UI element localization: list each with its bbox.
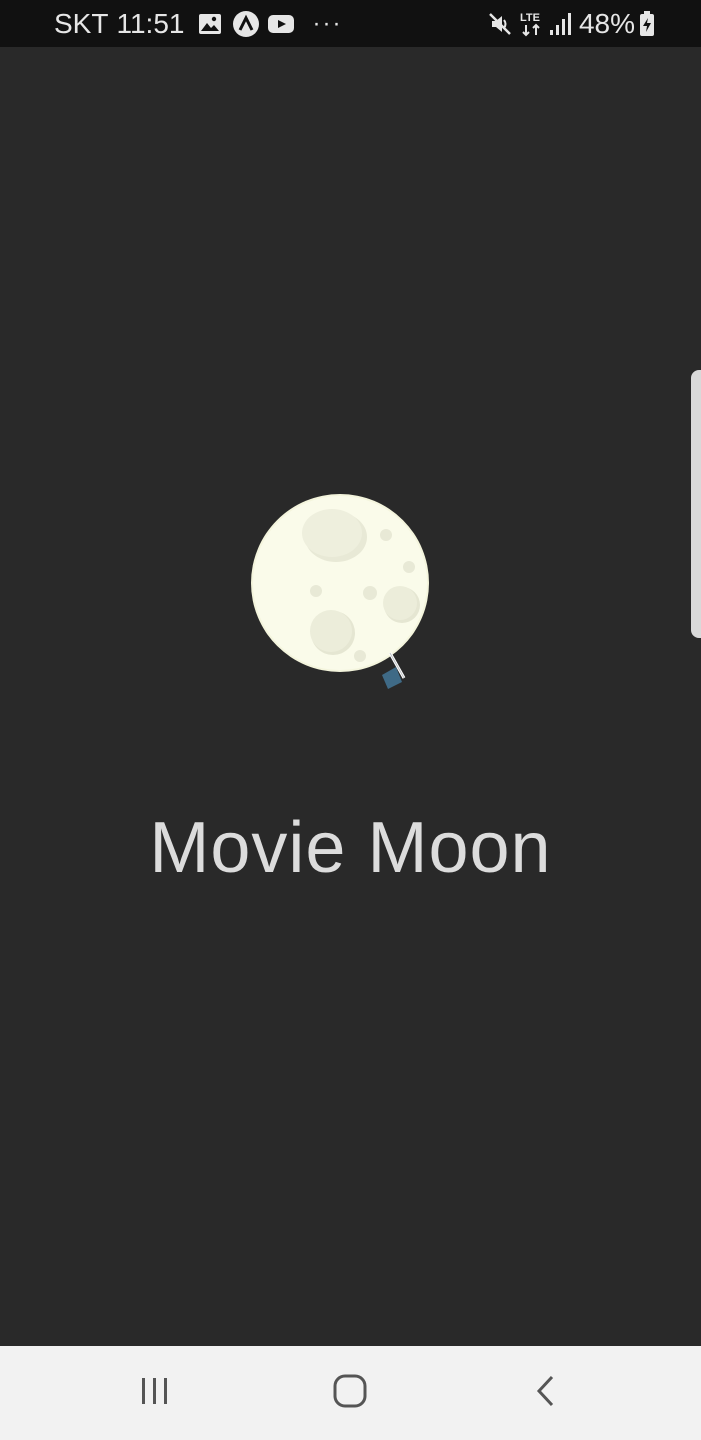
moon-logo-icon <box>248 493 438 693</box>
back-button[interactable] <box>486 1346 606 1440</box>
status-left: SKT 11:51 ··· <box>54 0 342 47</box>
mute-icon <box>487 11 513 37</box>
lte-icon: LTE <box>519 10 545 38</box>
carrier-label: SKT <box>54 7 109 39</box>
network-label: LTE <box>520 12 540 24</box>
battery-percent: 48% <box>578 7 635 39</box>
recents-button[interactable] <box>95 1346 215 1440</box>
clock: 11:51 <box>116 7 185 39</box>
more-icon: ··· <box>312 9 343 37</box>
app-title: Movie Moon <box>149 808 552 888</box>
recents-icon <box>139 1376 171 1411</box>
status-right: LTE 48% <box>487 0 655 47</box>
gallery-icon <box>198 13 222 35</box>
signal-icon <box>549 12 571 36</box>
splash-screen: Movie Moon <box>0 47 701 1346</box>
edge-panel-handle[interactable] <box>691 370 701 638</box>
youtube-icon <box>268 14 295 34</box>
back-icon <box>534 1374 558 1413</box>
battery-icon <box>639 10 655 37</box>
navigation-bar <box>0 1346 701 1440</box>
app-icon <box>232 10 260 38</box>
home-icon <box>333 1374 367 1413</box>
home-button[interactable] <box>290 1346 410 1440</box>
status-bar: SKT 11:51 ··· LTE 48% <box>0 0 701 47</box>
